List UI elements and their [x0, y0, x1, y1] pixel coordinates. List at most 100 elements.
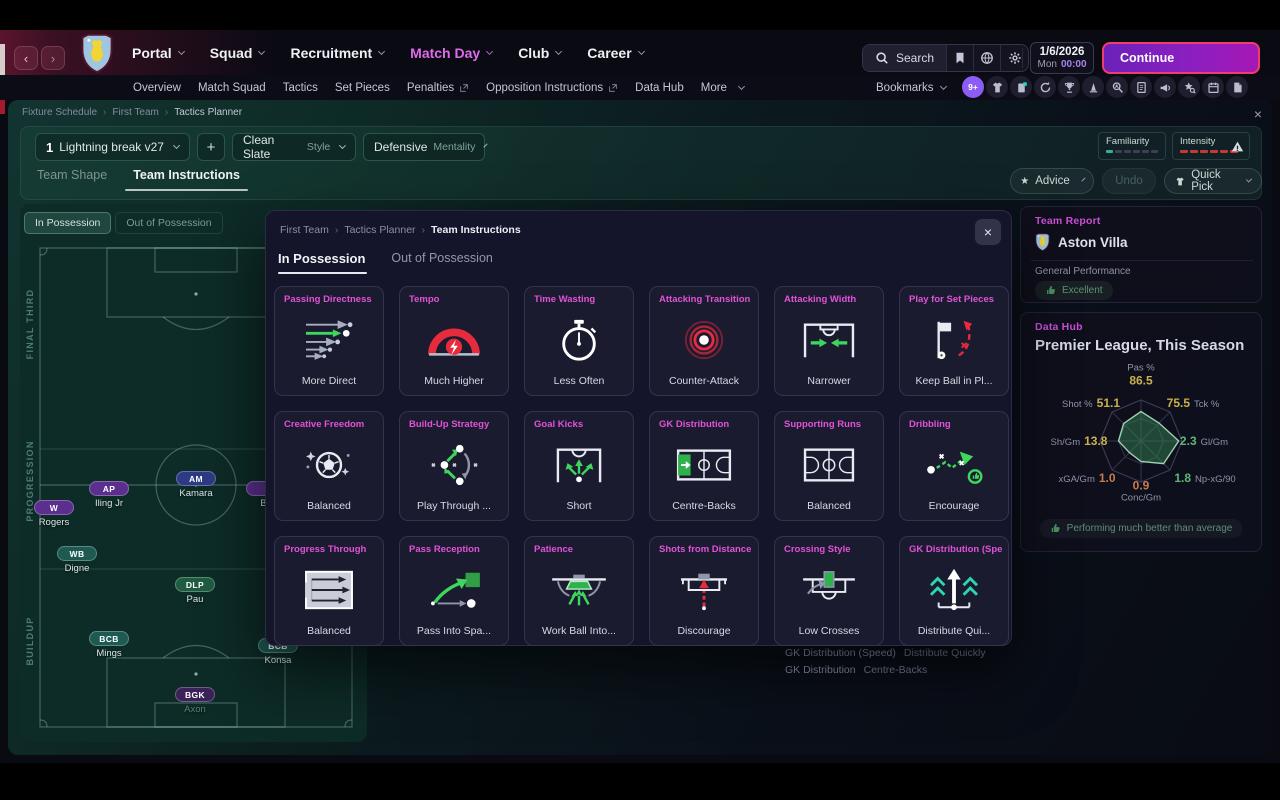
trophy-icon[interactable]	[1058, 76, 1080, 98]
instruction-card-creative-freedom[interactable]: Creative Freedom Balanced	[274, 411, 384, 521]
tab-team-shape[interactable]: Team Shape	[37, 168, 107, 191]
continue-button[interactable]: Continue	[1102, 42, 1260, 74]
shirt-icon[interactable]	[986, 76, 1008, 98]
quick-pick-button[interactable]: Quick Pick	[1164, 168, 1262, 194]
player-kamara[interactable]: AM Kamara	[176, 471, 216, 499]
instruction-card-pass-reception[interactable]: Pass Reception Pass Into Spa...	[399, 536, 509, 646]
instruction-card-progress-through[interactable]: Progress Through Balanced	[274, 536, 384, 646]
tactic-selector[interactable]: 1 Lightning break v27	[35, 133, 190, 161]
instruction-card-passing-directness[interactable]: Passing Directness More Direct	[274, 286, 384, 396]
cone-icon[interactable]	[1082, 76, 1104, 98]
instruction-card-patience[interactable]: Patience Work Ball Into...	[524, 536, 634, 646]
door-icon[interactable]	[1010, 76, 1032, 98]
data-hub-badge: Performing much better than average	[1039, 519, 1243, 538]
gear-icon	[1008, 51, 1022, 65]
star-search-icon[interactable]	[1178, 76, 1200, 98]
mentality-selector[interactable]: Defensive Mentality	[363, 133, 489, 161]
divider	[1022, 48, 1023, 68]
nav-squad[interactable]: Squad	[210, 45, 266, 61]
player-name: Rogers	[38, 517, 70, 528]
forward-button[interactable]: ›	[41, 46, 65, 70]
player-name: Iling Jr	[95, 498, 123, 509]
player-pau[interactable]: DLP Pau	[175, 577, 215, 605]
player-rogers[interactable]: W Rogers	[34, 500, 74, 528]
player-name: Digne	[64, 563, 90, 574]
sync-icon[interactable]	[1034, 76, 1056, 98]
player-axon[interactable]: BGK Axon	[175, 687, 215, 715]
subnav-overview[interactable]: Overview	[133, 82, 181, 94]
modal-tabs: In Possession Out of Possession	[278, 251, 493, 274]
style-selector[interactable]: Clean Slate Style	[232, 133, 356, 161]
notifications-icon[interactable]: 9+	[962, 76, 984, 98]
subnav-data-hub[interactable]: Data Hub	[635, 82, 684, 94]
build-up-icon	[400, 436, 508, 494]
instruction-card-gk-distribution[interactable]: GK Distribution Centre-Backs	[649, 411, 759, 521]
search-label: Search	[896, 51, 935, 65]
nav-match-day[interactable]: Match Day	[410, 45, 494, 61]
breadcrumb-item[interactable]: Fixture Schedule	[22, 107, 97, 118]
radar-chart: Pas % 86.5 75.5 Tck % 2.3 Gl/Gm 1.8 Np-xG/90 0.9…	[1021, 313, 1263, 553]
warning-icon	[1231, 140, 1244, 153]
chevron-down-icon	[258, 47, 266, 55]
undo-button[interactable]: Undo	[1102, 168, 1156, 194]
advice-button[interactable]: ★ Advice	[1010, 168, 1094, 194]
player-iling-jr[interactable]: AP Iling Jr	[89, 481, 129, 509]
world-button[interactable]	[974, 45, 1002, 71]
search-button[interactable]: Search	[863, 45, 948, 71]
tab-team-instructions[interactable]: Team Instructions	[125, 168, 248, 191]
crossing-style-icon	[775, 561, 883, 619]
instruction-card-time-wasting[interactable]: Time Wasting Less Often	[524, 286, 634, 396]
close-page-icon[interactable]: ×	[1248, 104, 1268, 124]
instruction-card-build-up-strategy[interactable]: Build-Up Strategy Play Through ...	[399, 411, 509, 521]
subnav-set-pieces[interactable]: Set Pieces	[335, 82, 390, 94]
supporting-runs-icon	[775, 436, 883, 494]
chevron-down-icon	[339, 142, 347, 149]
close-modal-button[interactable]: ×	[975, 219, 1001, 245]
breadcrumb-item[interactable]: First Team	[280, 224, 329, 236]
instruction-card-attacking-transition[interactable]: Attacking Transition Counter-Attack	[649, 286, 759, 396]
subnav-penalties[interactable]: Penalties	[407, 82, 469, 94]
back-button[interactable]: ‹	[14, 46, 38, 70]
shirt-icon	[1175, 175, 1185, 188]
progress-through-icon	[275, 561, 383, 619]
player-name: Konsa	[264, 655, 292, 666]
player-digne[interactable]: WB Digne	[57, 546, 97, 574]
instruction-card-attacking-width[interactable]: Attacking Width Narrower	[774, 286, 884, 396]
nav-club[interactable]: Club	[518, 45, 563, 61]
tab-out-of-possession[interactable]: Out of Possession	[391, 251, 492, 274]
subnav-more[interactable]: More	[701, 82, 745, 94]
nav-career[interactable]: Career	[587, 45, 645, 61]
player-role-pill: AM	[176, 471, 216, 486]
background-instruction-rows: GK Distribution (Speed) Distribute Quickl…	[785, 647, 986, 676]
instruction-card-play-for-set-pieces[interactable]: Play for Set Pieces Keep Ball in Pl...	[899, 286, 1009, 396]
subnav-opposition-instructions[interactable]: Opposition Instructions	[486, 82, 618, 94]
breadcrumb-item[interactable]: Tactics Planner	[344, 224, 415, 236]
bookmarks-dropdown[interactable]: Bookmarks	[876, 75, 947, 100]
instruction-card-crossing-style[interactable]: Crossing Style Low Crosses	[774, 536, 884, 646]
report-icon[interactable]	[1130, 76, 1152, 98]
external-link-icon	[608, 83, 618, 93]
scout-icon[interactable]	[1106, 76, 1128, 98]
tab-in-possession[interactable]: In Possession	[278, 251, 368, 274]
calendar-icon[interactable]	[1202, 76, 1224, 98]
divider	[1031, 260, 1253, 261]
subnav-match-squad[interactable]: Match Squad	[198, 82, 266, 94]
subnav-tactics[interactable]: Tactics	[283, 82, 318, 94]
settings-button[interactable]	[1001, 45, 1028, 71]
player-mings[interactable]: BCB Mings	[89, 631, 129, 659]
notes-icon[interactable]	[1226, 76, 1248, 98]
breadcrumb-item[interactable]: First Team	[112, 107, 159, 118]
instruction-card-dribbling[interactable]: Dribbling Encourage	[899, 411, 1009, 521]
instruction-card-supporting-runs[interactable]: Supporting Runs Balanced	[774, 411, 884, 521]
bookmark-icon	[953, 51, 967, 65]
instruction-card-shots-from-distance[interactable]: Shots from Distance Discourage	[649, 536, 759, 646]
nav-portal[interactable]: Portal	[132, 45, 185, 61]
instruction-card-tempo[interactable]: Tempo Much Higher	[399, 286, 509, 396]
instruction-card-gk-distribution-speed[interactable]: GK Distribution (SpeedDistribute Qui...	[899, 536, 1009, 646]
main-nav: Portal Squad Recruitment Match Day Club Caree…	[132, 30, 645, 75]
bookmark-button[interactable]	[947, 45, 975, 71]
instruction-card-goal-kicks[interactable]: Goal Kicks Short	[524, 411, 634, 521]
nav-recruitment[interactable]: Recruitment	[290, 45, 386, 61]
add-tactic-button[interactable]: +	[197, 133, 225, 161]
megaphone-icon[interactable]	[1154, 76, 1176, 98]
